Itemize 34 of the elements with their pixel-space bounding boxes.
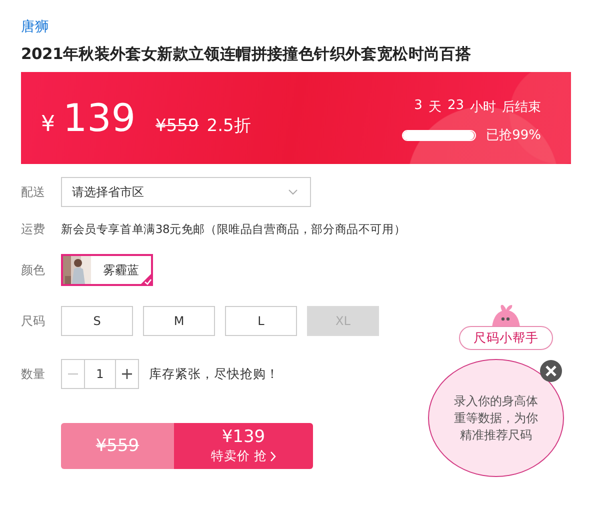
countdown-label: 后结束 (502, 99, 541, 116)
chevron-down-icon (288, 189, 298, 195)
quantity-field[interactable]: 1 (84, 359, 116, 389)
field-label: 运费 (21, 221, 46, 238)
sale-price: 139 (63, 96, 136, 140)
field-label: 配送 (21, 184, 46, 200)
stock-notice: 库存紧张，尽快抢购！ (149, 366, 279, 382)
size-option[interactable]: L (225, 306, 297, 336)
countdown-days: 3 (414, 98, 422, 116)
size-option[interactable]: M (143, 306, 215, 336)
close-icon[interactable] (540, 360, 562, 382)
countdown-unit: 天 (428, 99, 442, 116)
plus-icon (121, 368, 133, 380)
field-label: 数量 (21, 366, 46, 382)
product-title: 2021年秋装外套女新款立领连帽拼接撞色针织外套宽松时尚百搭 (21, 44, 472, 65)
size-option[interactable]: S (61, 306, 133, 336)
countdown-unit: 小时 (470, 99, 496, 116)
increase-button[interactable] (115, 359, 139, 389)
field-label: 颜色 (21, 262, 46, 278)
discount: 2.5折 (206, 115, 251, 137)
buy-button[interactable]: ¥139 特卖价 抢 (174, 423, 313, 469)
region-select[interactable]: 请选择省市区 (61, 177, 311, 207)
checkmark-icon (139, 272, 153, 286)
chevron-right-icon (270, 451, 276, 462)
field-label: 尺码 (21, 312, 46, 330)
currency-symbol: ¥ (41, 112, 55, 137)
original-price: ¥559 (156, 116, 199, 136)
color-option[interactable]: 雾霾蓝 (61, 254, 153, 286)
size-helper-title[interactable]: 尺码小帮手 (459, 326, 553, 350)
countdown-hours: 23 (447, 98, 464, 115)
brand-link[interactable]: 唐狮 (21, 18, 49, 36)
shipping-info: 新会员专享首单满38元免邮（限唯品自营商品，部分商品不可用） (61, 222, 406, 237)
size-helper-tip: 录入你的身高体重等数据，为你精准推荐尺码 (428, 359, 564, 477)
sold-percentage: 已抢99% (486, 127, 541, 144)
